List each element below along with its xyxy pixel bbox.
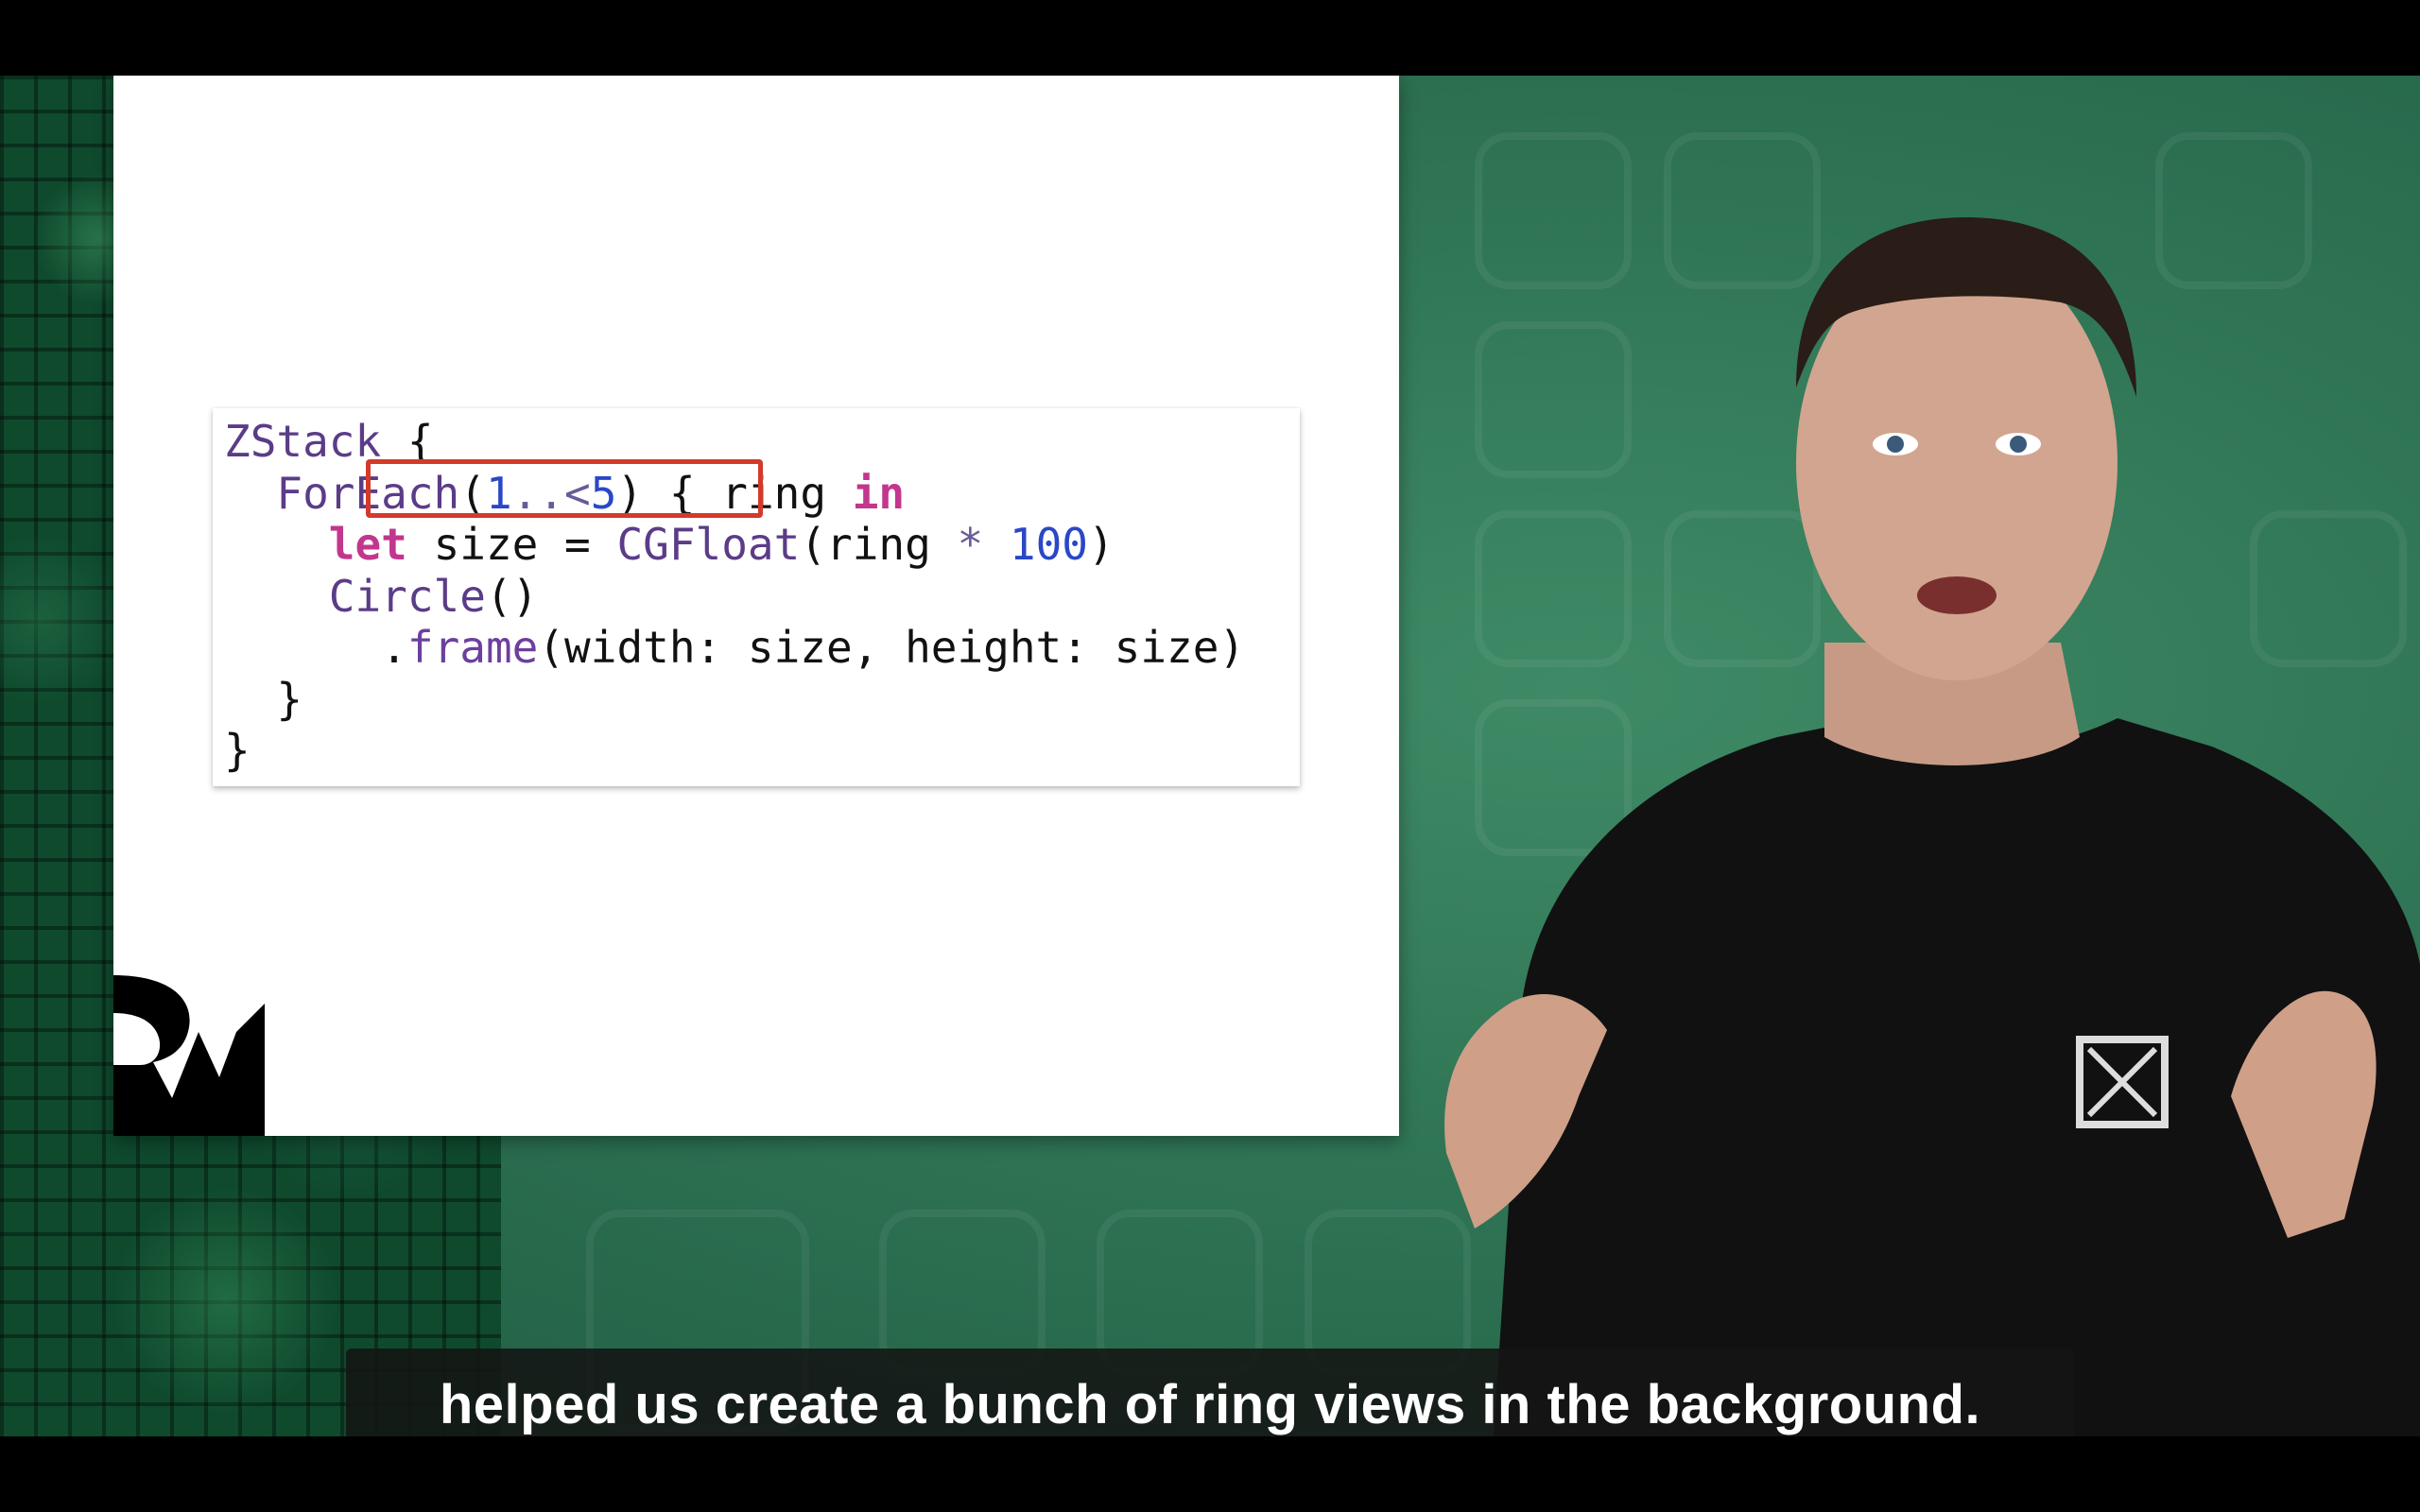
- code-token: in: [852, 467, 906, 519]
- code-line: Circle(): [224, 570, 539, 622]
- code-line: .frame(width: size, height: size): [224, 622, 1245, 673]
- video-content: ZStack { ForEach(1..<5) { ring in let si…: [0, 76, 2420, 1436]
- subtitle-caption: helped us create a bunch of ring views i…: [346, 1349, 2074, 1436]
- video-frame: ZStack { ForEach(1..<5) { ring in let si…: [0, 0, 2420, 1512]
- code-token: }: [224, 725, 251, 776]
- code-token: }: [224, 673, 303, 725]
- code-token: ): [1087, 519, 1115, 570]
- presentation-slide: ZStack { ForEach(1..<5) { ring in let si…: [113, 76, 1399, 1136]
- code-token: let: [328, 519, 407, 570]
- subtitle-text: helped us create a bunch of ring views i…: [439, 1373, 1981, 1435]
- code-token: (): [485, 570, 539, 622]
- code-snippet-card: ZStack { ForEach(1..<5) { ring in let si…: [213, 408, 1300, 786]
- presenter: [1444, 217, 2420, 1436]
- code-token: .: [224, 622, 407, 673]
- code-line: }: [224, 725, 251, 776]
- code-token: Circle: [328, 570, 486, 622]
- code-token: ZStack: [224, 416, 382, 467]
- code-token: frame: [406, 622, 539, 673]
- code-token: (ring: [800, 519, 958, 570]
- code-line: let size = CGFloat(ring * 100): [224, 519, 1115, 570]
- rw-logo: [113, 975, 265, 1136]
- code-token: (width: size, height: size): [538, 622, 1246, 673]
- code-token: size =: [406, 519, 617, 570]
- code-token: *: [957, 519, 984, 570]
- code-token: CGFloat: [616, 519, 801, 570]
- code-line: }: [224, 674, 302, 725]
- code-token: 100: [1009, 519, 1088, 570]
- foreach-highlight-box: [366, 459, 763, 518]
